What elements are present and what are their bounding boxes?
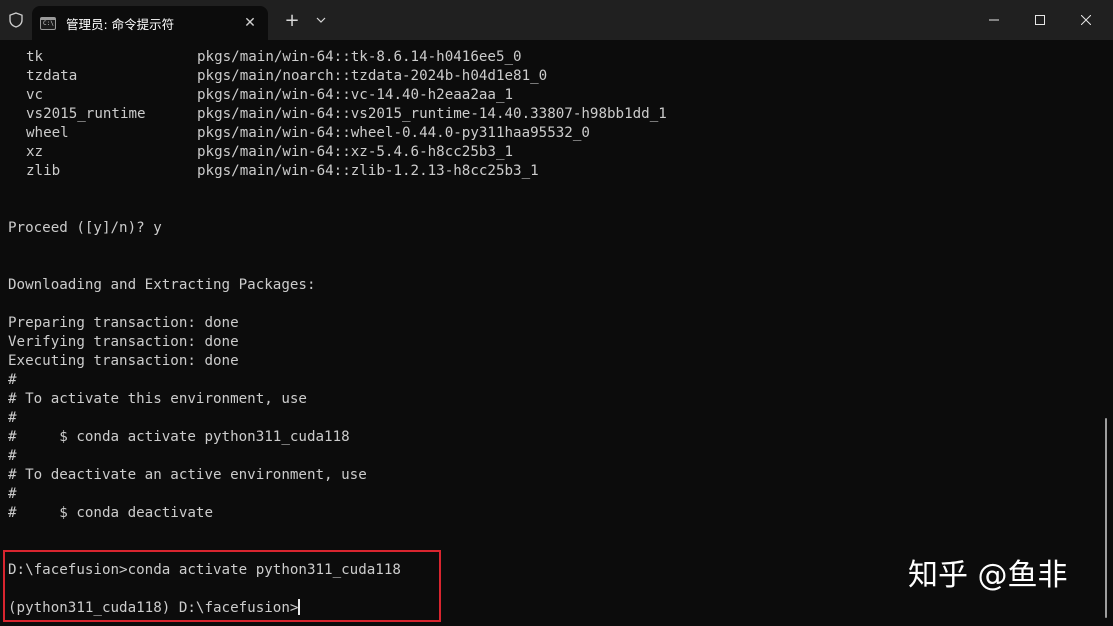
verifying-line: Verifying transaction: done: [8, 334, 239, 350]
cmd-icon: C:\: [40, 16, 56, 30]
comment-line: #: [8, 448, 17, 464]
activate-command-line: # $ conda activate python311_cuda118: [8, 429, 350, 445]
package-row: vs2015_runtime pkgs/main/win-64::vs2015_r…: [8, 105, 1099, 124]
scrollbar-thumb[interactable]: [1105, 418, 1107, 618]
deactivate-command-line: # $ conda deactivate: [8, 505, 213, 521]
maximize-button[interactable]: [1017, 0, 1063, 40]
package-row: wheel pkgs/main/win-64::wheel-0.44.0-py31…: [8, 124, 1099, 143]
tab-title: 管理员: 命令提示符: [66, 16, 175, 32]
minimize-icon: [989, 19, 999, 21]
package-spec: pkgs/main/win-64::vs2015_runtime-14.40.3…: [197, 106, 667, 122]
terminal-output[interactable]: tk pkgs/main/win-64::tk-8.6.14-h0416ee5_0…: [8, 48, 1099, 618]
package-row: tk pkgs/main/win-64::tk-8.6.14-h0416ee5_0: [8, 48, 1099, 67]
close-icon: [1081, 15, 1091, 25]
minimize-button[interactable]: [971, 0, 1017, 40]
package-name: tzdata: [26, 68, 78, 84]
watermark: 知乎 @鱼非: [908, 558, 1068, 593]
comment-line: #: [8, 410, 17, 426]
package-spec: pkgs/main/noarch::tzdata-2024b-h04d1e81_…: [197, 68, 548, 84]
package-row: tzdata pkgs/main/noarch::tzdata-2024b-h04…: [8, 67, 1099, 86]
package-name: zlib: [26, 163, 61, 179]
package-name: tk: [26, 49, 44, 65]
drag-region[interactable]: [334, 0, 971, 40]
package-spec: pkgs/main/win-64::xz-5.4.6-h8cc25b3_1: [197, 144, 514, 160]
comment-line: #: [8, 486, 17, 502]
package-row: zlib pkgs/main/win-64::zlib-1.2.13-h8cc25…: [8, 162, 1099, 181]
package-name: vc: [26, 87, 44, 103]
package-name: vs2015_runtime: [26, 106, 146, 122]
title-bar: C:\ 管理员: 命令提示符 ✕ +: [0, 0, 1113, 40]
preparing-line: Preparing transaction: done: [8, 315, 239, 331]
deactivate-note-line: # To deactivate an active environment, u…: [8, 467, 367, 483]
highlight-box: [3, 550, 441, 622]
tab-command-prompt[interactable]: C:\ 管理员: 命令提示符 ✕: [32, 6, 268, 40]
package-spec: pkgs/main/win-64::zlib-1.2.13-h8cc25b3_1: [197, 163, 539, 179]
close-window-button[interactable]: [1063, 0, 1109, 40]
downloading-line: Downloading and Extracting Packages:: [8, 277, 316, 293]
close-tab-icon[interactable]: ✕: [242, 15, 258, 31]
package-spec: pkgs/main/win-64::wheel-0.44.0-py311haa9…: [197, 125, 590, 141]
package-name: xz: [26, 144, 44, 160]
package-spec: pkgs/main/win-64::vc-14.40-h2eaa2aa_1: [197, 87, 514, 103]
chevron-down-icon[interactable]: [308, 0, 334, 40]
comment-line: #: [8, 372, 17, 388]
executing-line: Executing transaction: done: [8, 353, 239, 369]
activate-note-line: # To activate this environment, use: [8, 391, 307, 407]
proceed-line: Proceed ([y]/n)? y: [8, 220, 162, 236]
new-tab-button[interactable]: +: [276, 0, 308, 40]
package-row: xz pkgs/main/win-64::xz-5.4.6-h8cc25b3_1: [8, 143, 1099, 162]
maximize-icon: [1035, 15, 1045, 25]
shield-icon: [0, 0, 32, 40]
package-spec: pkgs/main/win-64::tk-8.6.14-h0416ee5_0: [197, 49, 522, 65]
package-name: wheel: [26, 125, 69, 141]
package-row: vc pkgs/main/win-64::vc-14.40-h2eaa2aa_1: [8, 86, 1099, 105]
